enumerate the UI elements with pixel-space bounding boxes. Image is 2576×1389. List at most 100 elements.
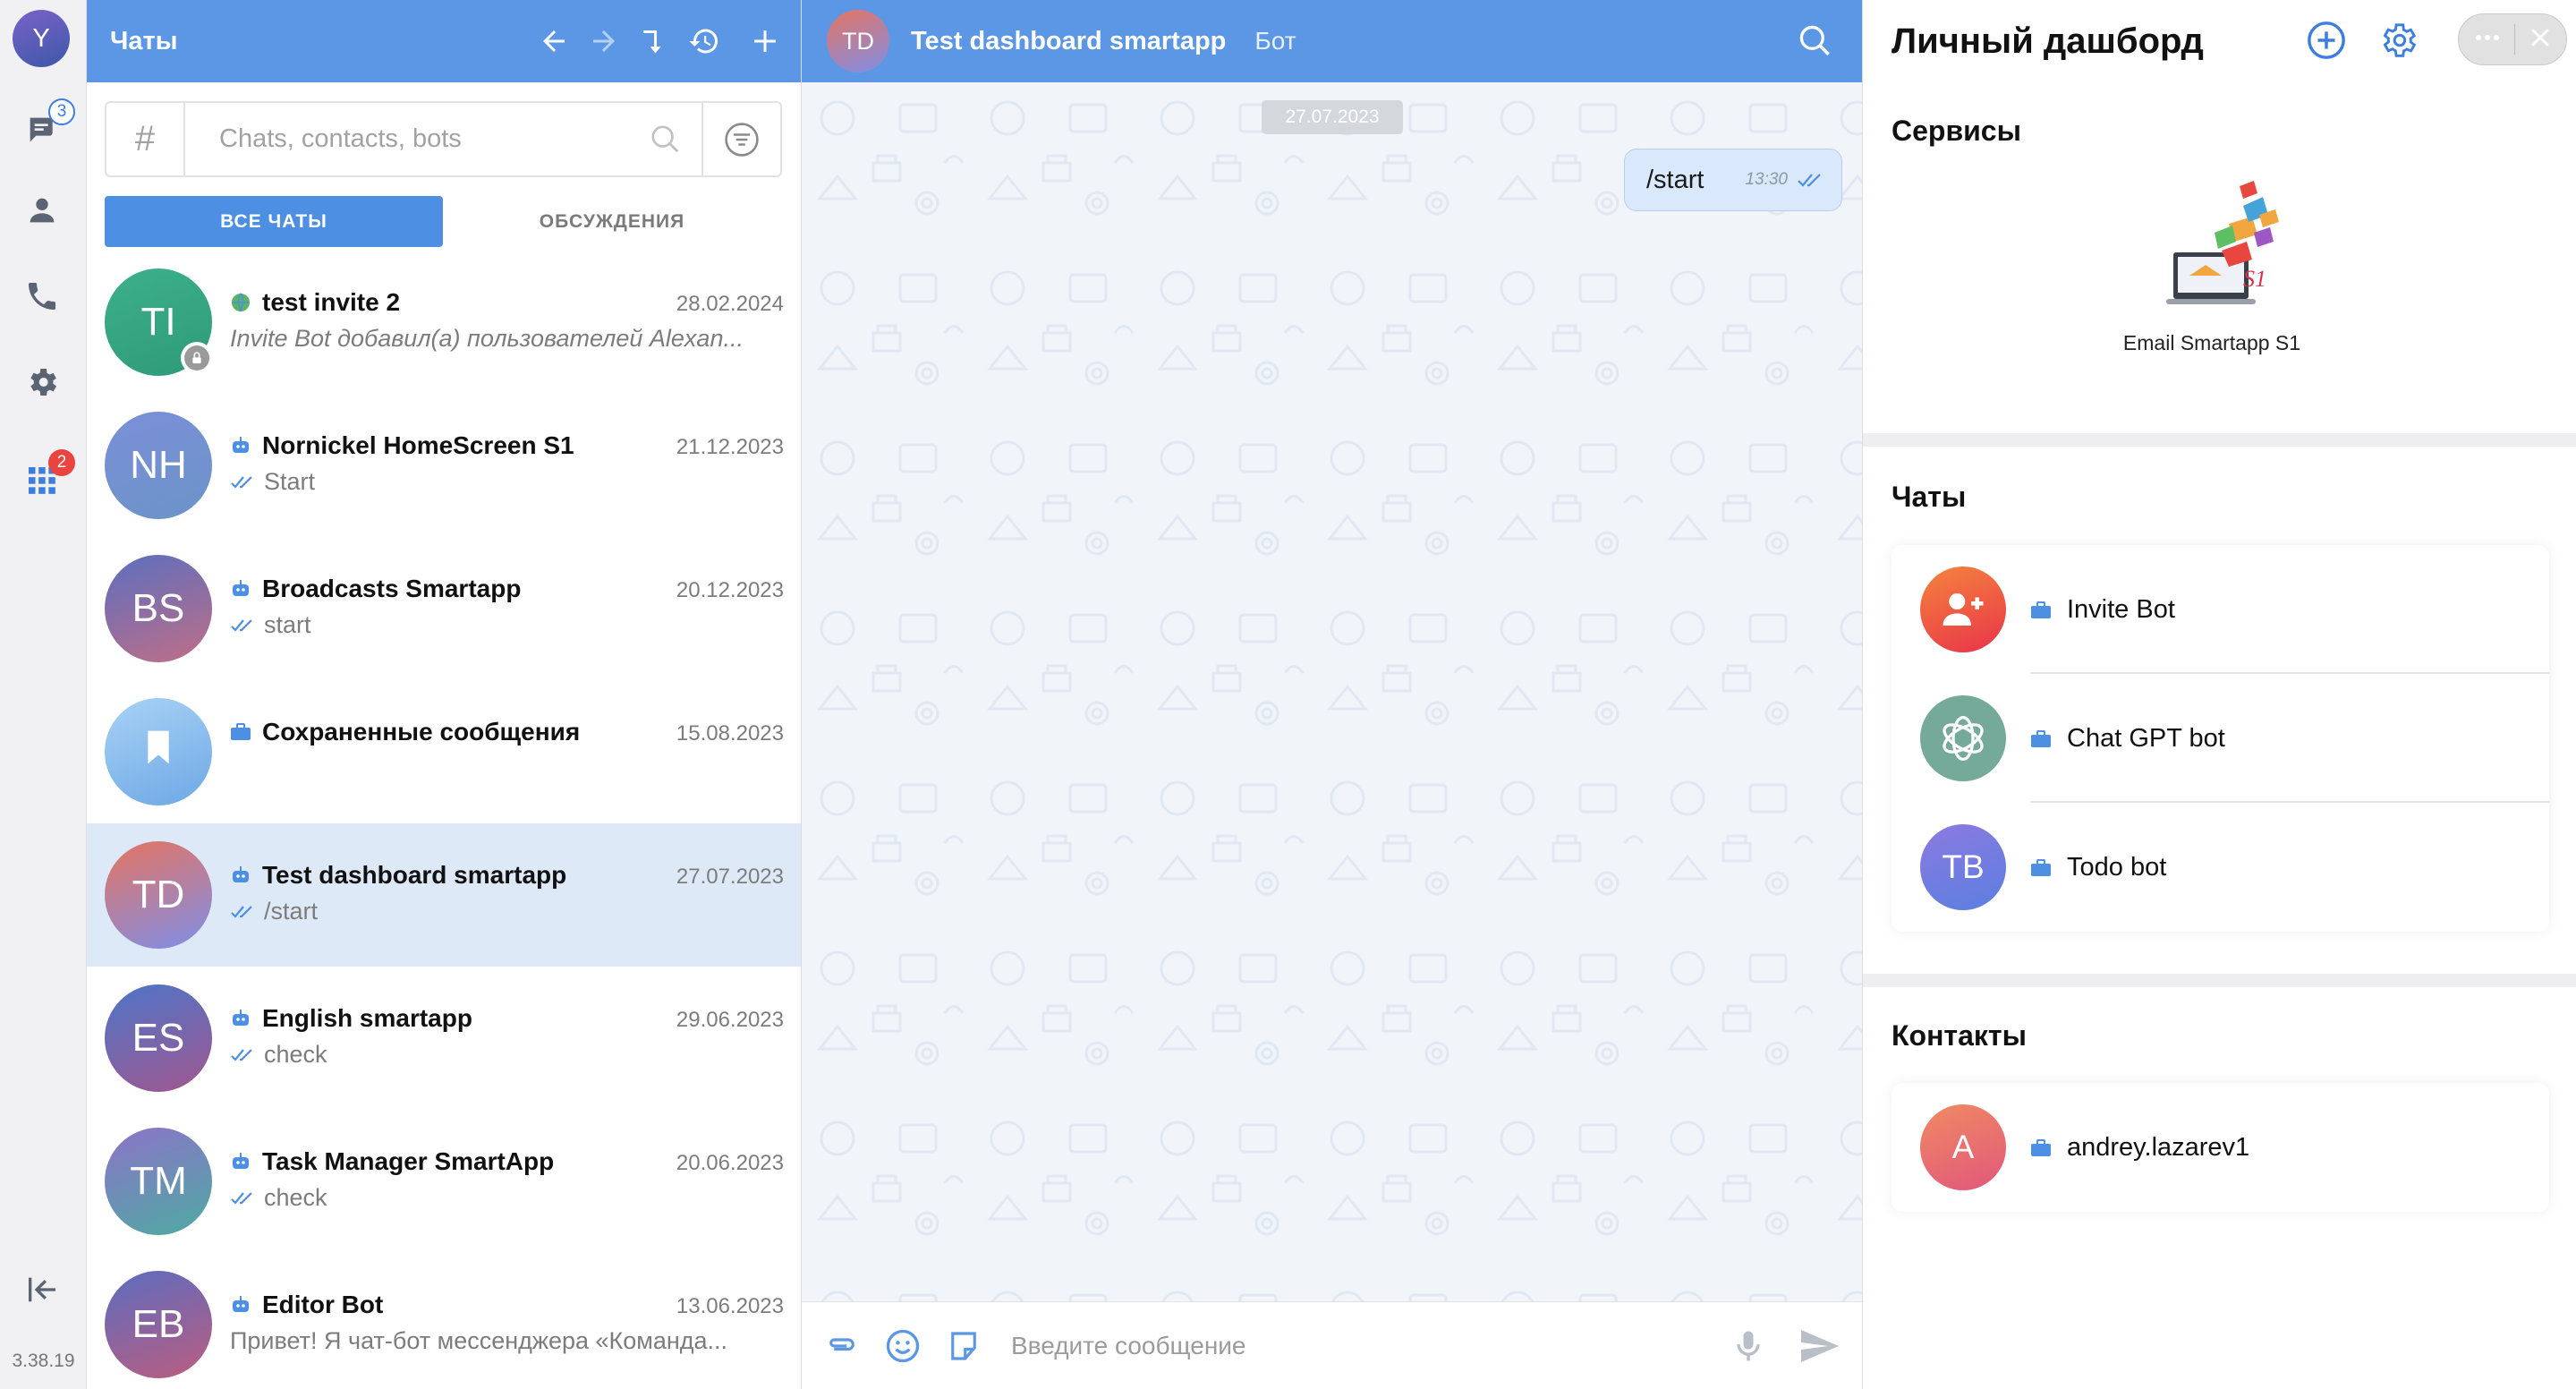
chat-preview: check: [230, 1041, 785, 1069]
dashboard-chat-item[interactable]: Chat GPT bot: [1892, 674, 2549, 803]
openai-logo-icon: [1943, 715, 1984, 762]
controls-divider: [2513, 24, 2515, 55]
forward-button[interactable]: [586, 23, 622, 59]
chat-name: Broadcasts Smartapp: [230, 575, 521, 603]
chat-row[interactable]: TI test invite 2 28.02.2024 Invite Bot доба…: [87, 251, 801, 394]
bot-icon: [230, 1151, 251, 1172]
double-check-icon: [230, 905, 255, 919]
tab-discussions[interactable]: ОБСУЖДЕНИЯ: [443, 196, 781, 247]
dashboard-chat-item[interactable]: TB Todo bot: [1892, 803, 2549, 932]
new-chat-button[interactable]: [747, 23, 783, 59]
chat-label: Invite Bot: [2067, 595, 2175, 624]
chat-list-header: Чаты: [87, 0, 801, 82]
chat-name-text: Task Manager SmartApp: [262, 1147, 555, 1175]
person-icon: [30, 198, 55, 223]
bot-icon: [230, 865, 251, 886]
chat-date: 27.07.2023: [676, 865, 784, 889]
close-button[interactable]: [2527, 24, 2554, 55]
chat-name: Сохраненные сообщения: [230, 718, 580, 746]
jump-down-icon: [643, 30, 661, 54]
dashboard-settings-button[interactable]: [2377, 20, 2419, 65]
smile-icon: [886, 1329, 920, 1362]
history-button[interactable]: [686, 23, 722, 59]
chat-preview: Invite Bot добавил(а) пользователей Alex…: [230, 325, 785, 353]
collapse-left-icon: [29, 1277, 55, 1302]
chat-row[interactable]: Сохраненные сообщения 15.08.2023: [87, 680, 801, 823]
chat-preview-text: Start: [264, 468, 316, 495]
hashtag-button[interactable]: #: [106, 103, 185, 175]
chat-preview: Привет! Я чат-бот мессенджера «Команда..…: [230, 1327, 785, 1355]
chat-wallpaper: [802, 82, 1862, 1301]
chat-row[interactable]: EB Editor Bot 13.06.2023 Привет! Я чат-бот …: [87, 1253, 801, 1389]
more-button[interactable]: [2472, 31, 2503, 48]
filter-button[interactable]: [701, 103, 780, 175]
double-check-icon: [1797, 172, 1824, 188]
nav-contacts[interactable]: [21, 190, 63, 231]
search-input[interactable]: [185, 103, 630, 175]
plus-circle-icon: [2308, 21, 2345, 59]
collapse-sidebar-button[interactable]: [21, 1269, 63, 1310]
nav-apps[interactable]: 2: [21, 449, 75, 501]
attach-button[interactable]: [821, 1325, 863, 1367]
chat-preview-text: Invite Bot добавил(а) пользователей Alex…: [230, 325, 744, 352]
person-add-icon: [1943, 593, 1984, 626]
paperclip-icon: [829, 1337, 854, 1351]
chats-unread-badge: 3: [48, 98, 75, 125]
dashboard-contact-item[interactable]: A andrey.lazarev1: [1892, 1083, 2549, 1212]
emoji-button[interactable]: [882, 1325, 923, 1367]
chat-preview: start: [230, 611, 785, 639]
bot-icon: [230, 1008, 251, 1029]
chat-label: Todo bot: [2067, 853, 2167, 882]
services-heading: Сервисы: [1892, 115, 2021, 147]
conversation-search-button[interactable]: [1796, 21, 1835, 65]
voice-button[interactable]: [1728, 1325, 1769, 1367]
jump-button[interactable]: [636, 23, 672, 59]
lock-icon: [181, 342, 213, 374]
service-email-smartapp[interactable]: S1 Email Smartapp S1: [2122, 170, 2301, 355]
chat-name: Task Manager SmartApp: [230, 1147, 554, 1176]
chat-name-text: Nornickel HomeScreen S1: [262, 431, 574, 459]
chat-avatar: BS: [105, 555, 212, 662]
chat-rows: TI test invite 2 28.02.2024 Invite Bot доба…: [87, 251, 801, 1389]
nav-calls[interactable]: [21, 276, 63, 317]
section-divider: [1863, 433, 2576, 447]
nav-chats[interactable]: 3: [21, 98, 75, 150]
window-controls: [2458, 13, 2567, 65]
chat-row[interactable]: BS Broadcasts Smartapp 20.12.2023 start: [87, 537, 801, 680]
send-button[interactable]: [1796, 1323, 1842, 1369]
chat-date: 13.06.2023: [676, 1294, 784, 1318]
chat-preview-text: Привет! Я чат-бот мессенджера «Команда..…: [230, 1327, 728, 1354]
chat-preview-text: start: [264, 611, 311, 638]
chat-row[interactable]: TD Test dashboard smartapp 27.07.2023/star…: [87, 823, 801, 967]
user-avatar[interactable]: Y: [13, 10, 70, 67]
send-icon: [1801, 1329, 1839, 1362]
chat-name-text: Editor Bot: [262, 1291, 384, 1318]
chat-row[interactable]: ES English smartapp 29.06.2023 check: [87, 967, 801, 1110]
chat-row[interactable]: TM Task Manager SmartApp 20.06.2023 check: [87, 1110, 801, 1253]
briefcase-icon: [2030, 730, 2052, 748]
gear-icon: [30, 369, 56, 396]
outgoing-message[interactable]: /start 13:30: [1623, 149, 1842, 211]
chat-avatar: NH: [105, 412, 212, 519]
briefcase-icon: [2030, 859, 2052, 877]
back-button[interactable]: [536, 23, 572, 59]
conversation-title[interactable]: Test dashboard smartapp: [911, 27, 1226, 56]
chat-name: Test dashboard smartapp: [230, 861, 566, 890]
chat-gpt-avatar: [1920, 695, 2006, 781]
close-icon: [2530, 28, 2549, 47]
conversation-panel: TD Test dashboard smartapp Бот 27.07.202…: [802, 0, 1862, 1389]
dashboard-chat-item[interactable]: Invite Bot: [1892, 545, 2549, 674]
conversation-avatar[interactable]: TD: [827, 10, 889, 72]
add-widget-button[interactable]: [2306, 20, 2347, 65]
chat-row[interactable]: NH Nornickel HomeScreen S1 21.12.2023 Start: [87, 394, 801, 537]
nav-settings[interactable]: [21, 362, 63, 403]
bot-icon: [230, 1294, 251, 1316]
navigation-rail: Y 3 2 3.38.19: [0, 0, 87, 1389]
sticker-button[interactable]: [943, 1325, 984, 1367]
chat-preview-text: /start: [264, 898, 319, 925]
search-icon: [1799, 25, 1830, 55]
message-input[interactable]: [1004, 1331, 1728, 1360]
chat-name-text: English smartapp: [262, 1004, 472, 1032]
tab-all-chats[interactable]: ВСЕ ЧАТЫ: [105, 196, 443, 247]
todo-bot-avatar: TB: [1920, 824, 2006, 910]
